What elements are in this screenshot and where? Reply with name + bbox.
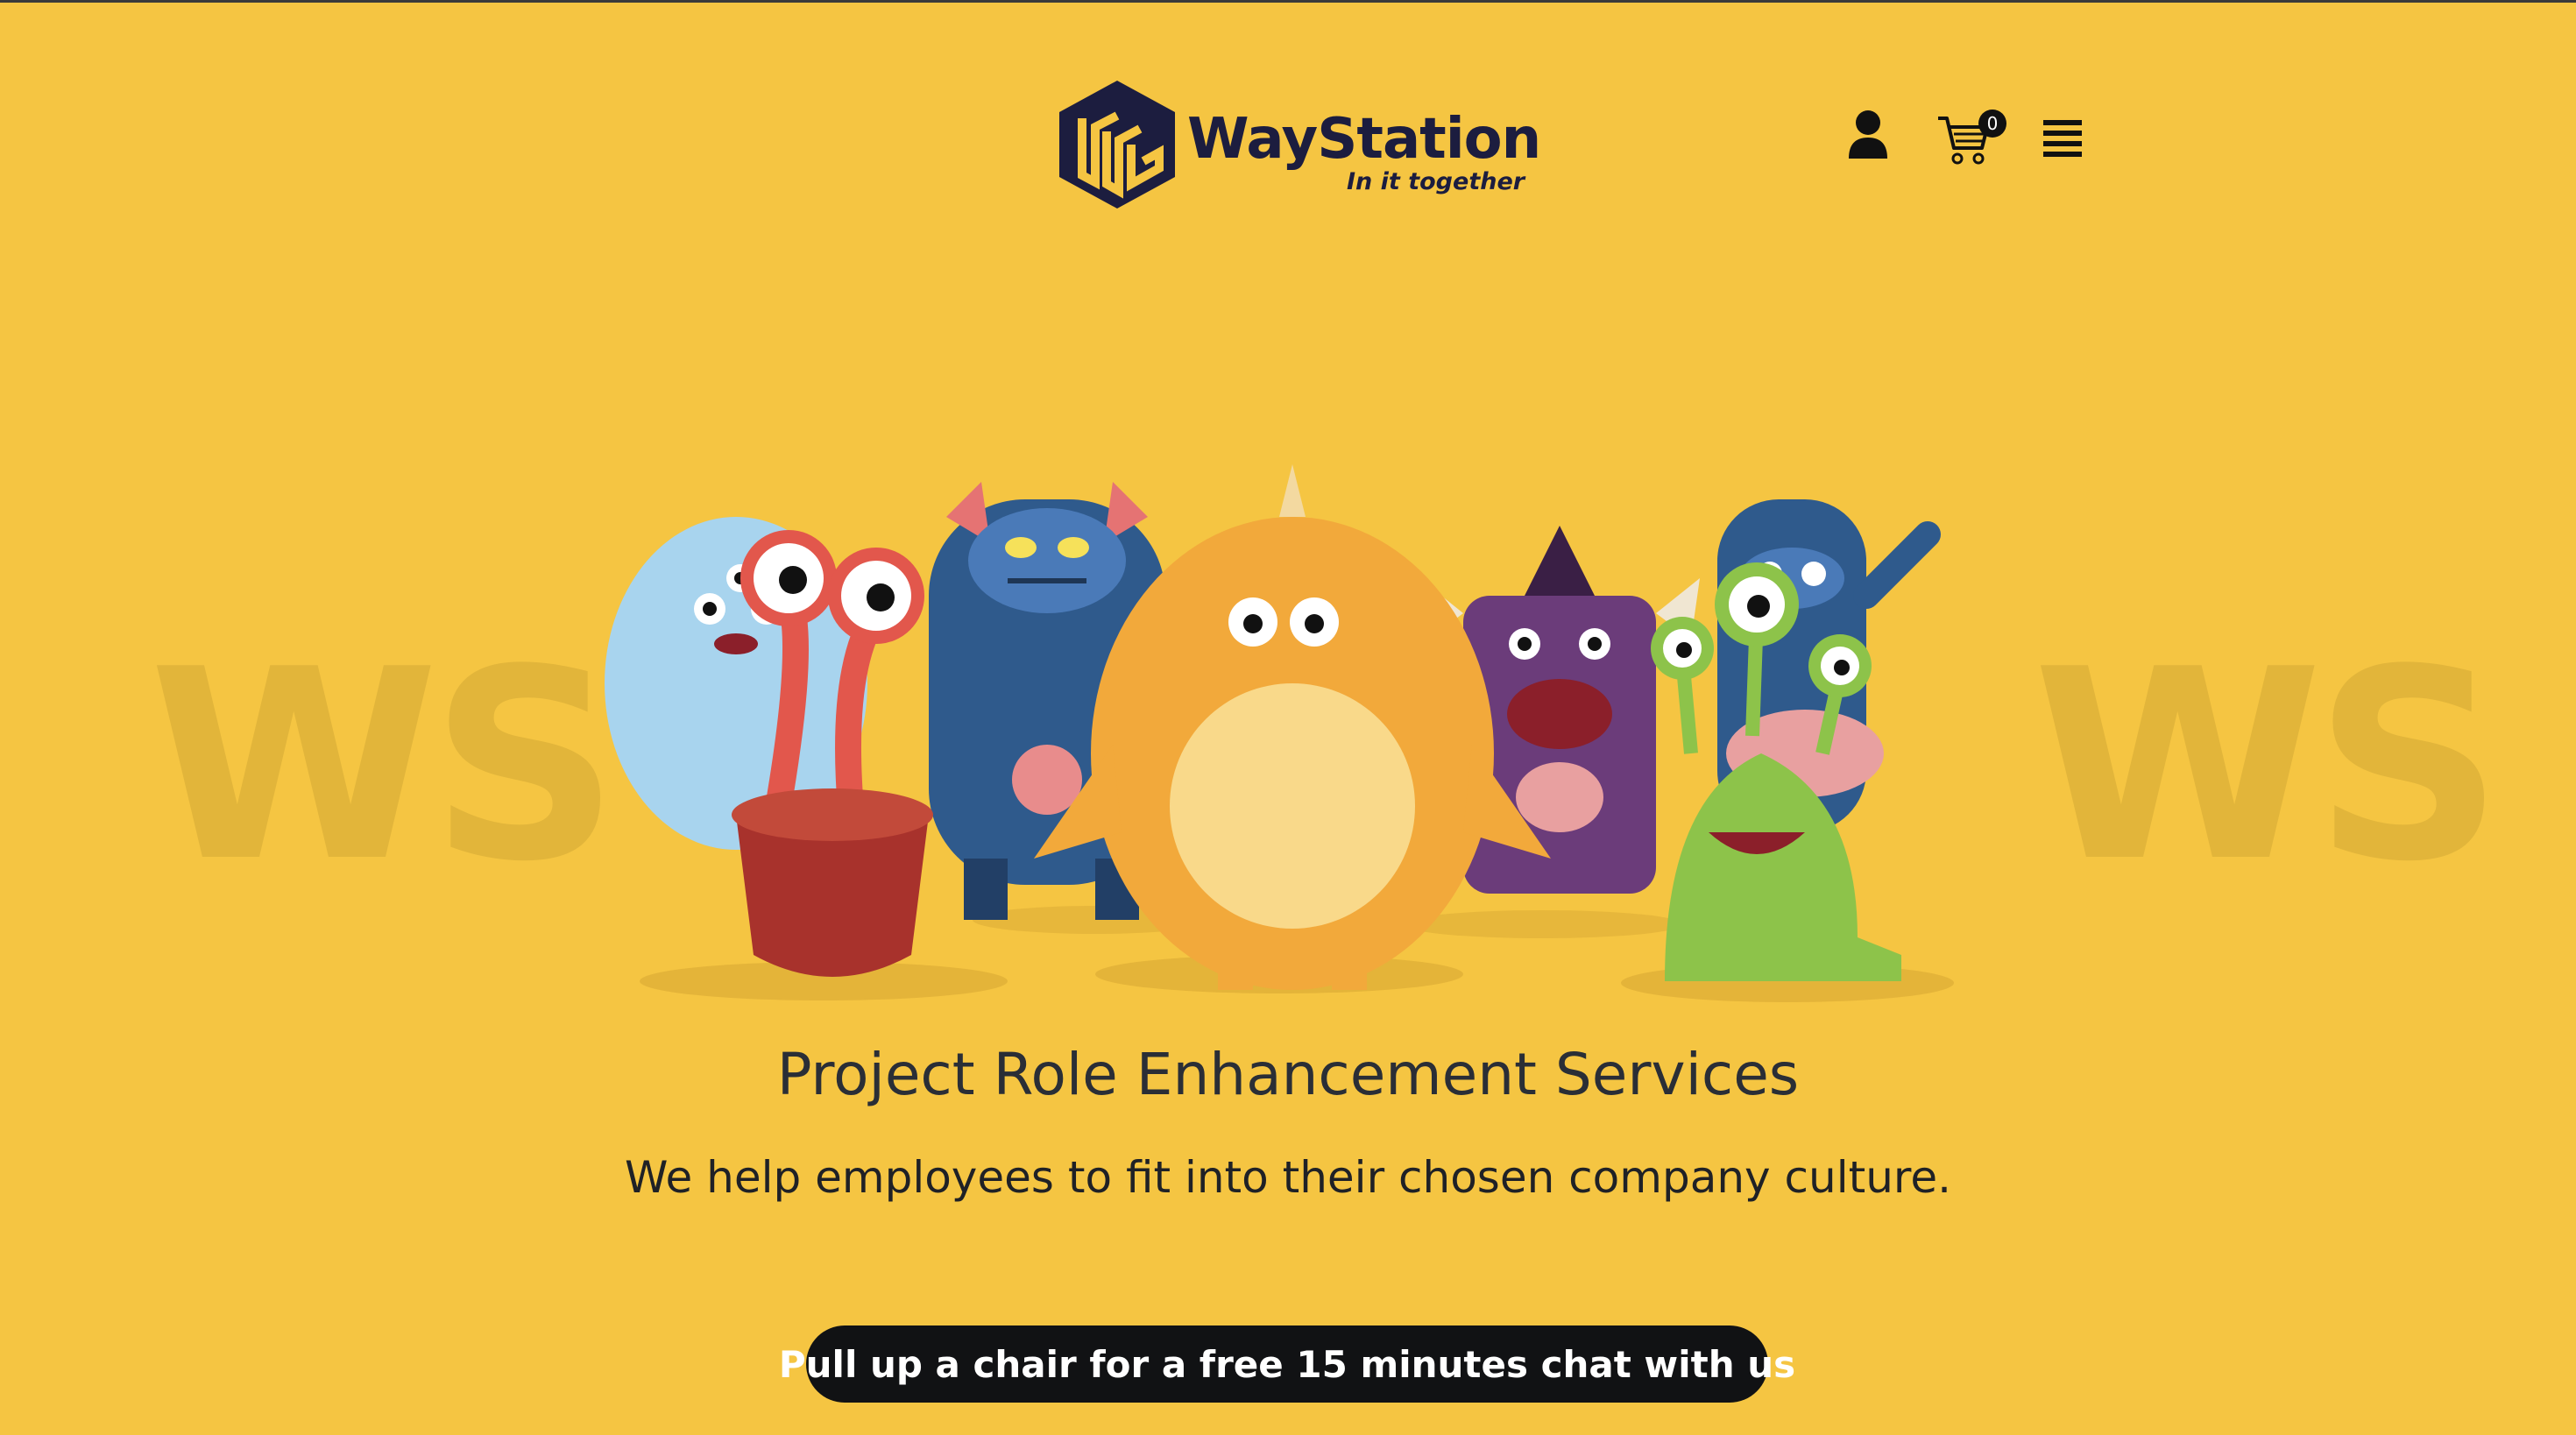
hero-title: Project Role Enhancement Services [776, 1041, 1800, 1108]
header-actions: 0 [1840, 110, 2103, 171]
cart-count-badge: 0 [1978, 110, 2006, 138]
cart-icon[interactable]: 0 [1936, 110, 2006, 171]
hero-subtitle: We help employees to fit into their chos… [624, 1152, 1951, 1203]
top-border [0, 0, 2576, 3]
monsters-illustration [578, 464, 1998, 1011]
account-icon[interactable] [1847, 110, 1889, 164]
watermark-right: WS [2033, 613, 2503, 919]
menu-icon[interactable] [2042, 118, 2084, 164]
brand-name: WayStation [1187, 107, 1541, 172]
logo-mark-icon [1059, 81, 1175, 209]
watermark-left: WS [149, 613, 619, 919]
brand-tagline: In it together [1347, 168, 1525, 195]
chat-cta-button[interactable]: Pull up a chair for a free 15 minutes ch… [779, 1325, 1795, 1403]
brand-logo[interactable]: WayStation In it together [1056, 79, 1541, 210]
